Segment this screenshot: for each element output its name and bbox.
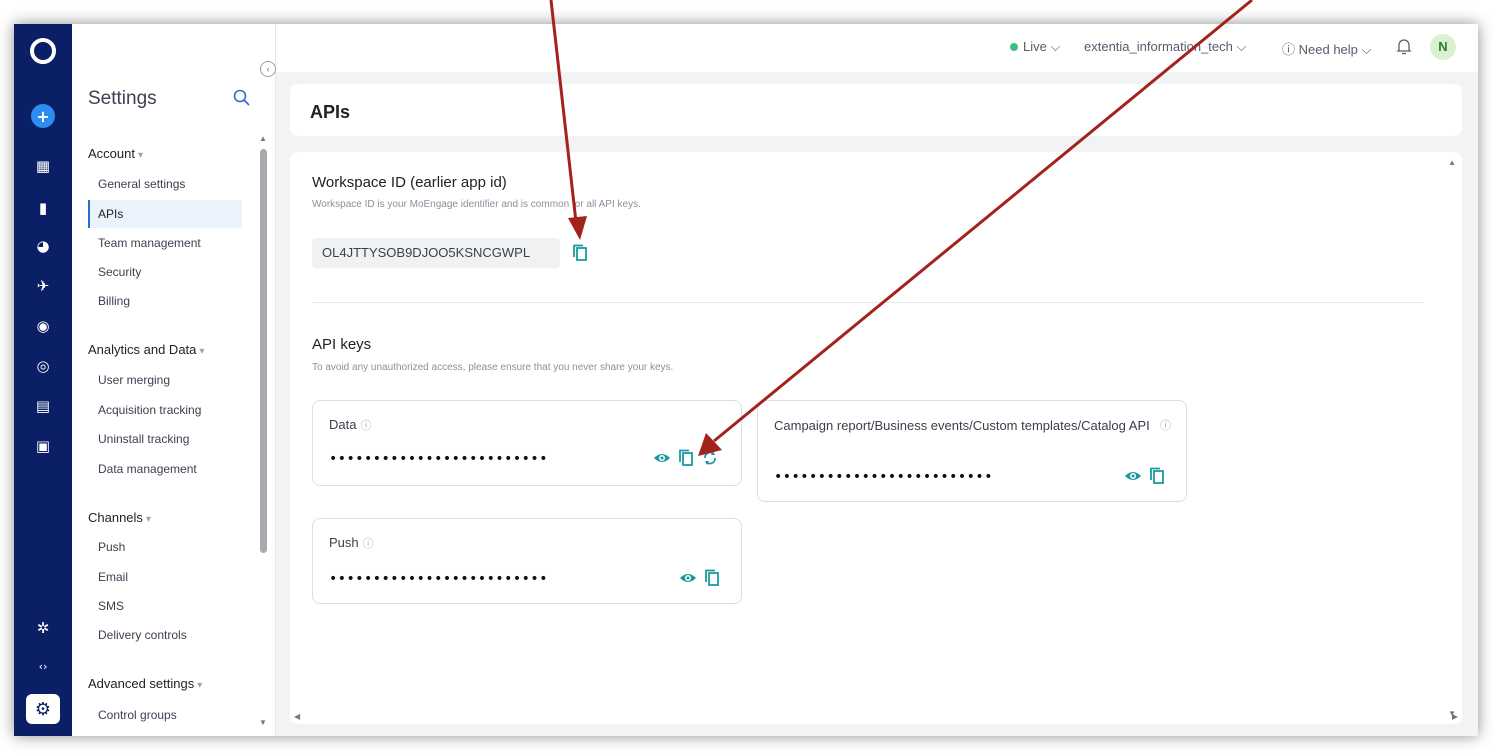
api-settings-panel: Workspace ID (earlier app id) Workspace … xyxy=(290,152,1462,724)
chevron-down-icon: ▾ xyxy=(199,346,205,357)
flows-icon[interactable]: ◉ xyxy=(31,314,55,338)
page-header: APIs xyxy=(290,84,1462,136)
nav-item-control-groups[interactable]: Control groups xyxy=(88,701,242,729)
nav-item-sms[interactable]: SMS xyxy=(88,592,242,620)
api-key-masked-value: ••••••••••••••••••••••••• xyxy=(329,571,548,587)
api-keys-title: API keys xyxy=(312,336,372,353)
scroll-up-arrow[interactable]: ▲ xyxy=(259,134,267,143)
app-window: + ▦ ▮ ◕ ✈ ◉ ◎ ▤ ▣ ✲ ‹› ⚙ Settings Accoun… xyxy=(14,24,1478,736)
section-analytics-and-data[interactable]: Analytics and Data ▾ xyxy=(88,342,204,357)
copy-workspace-id-icon[interactable] xyxy=(572,244,588,262)
show-key-eye-icon[interactable] xyxy=(653,449,671,467)
content-scroll-up-arrow[interactable]: ▲ xyxy=(1448,158,1456,167)
copy-key-icon[interactable] xyxy=(703,569,721,587)
copy-key-icon[interactable] xyxy=(677,449,695,467)
section-divider xyxy=(312,302,1424,303)
create-plus-icon[interactable]: + xyxy=(31,104,55,128)
nav-item-acquisition-tracking[interactable]: Acquisition tracking xyxy=(88,396,242,424)
chevron-down-icon: ▾ xyxy=(137,150,144,161)
live-status-dot xyxy=(1010,43,1018,51)
sidebar-scrollbar[interactable] xyxy=(260,149,267,553)
analytics-bar-icon[interactable]: ▮ xyxy=(31,196,55,220)
nav-item-billing[interactable]: Billing xyxy=(88,287,242,315)
inform-icon[interactable]: ▣ xyxy=(31,434,55,458)
section-channels[interactable]: Channels ▾ xyxy=(88,510,151,525)
api-key-card-push: Push ⓘ ••••••••••••••••••••••••• xyxy=(312,518,742,604)
environment-switcher[interactable]: Live ⌵ xyxy=(1010,39,1060,55)
api-key-label: Data ⓘ xyxy=(329,417,372,432)
workspace-switcher[interactable]: extentia_information_tech ⌵ xyxy=(1084,39,1246,55)
api-key-label: Campaign report/Business events/Custom t… xyxy=(774,418,1150,433)
horizontal-scrollbar[interactable]: ◀ ▶ xyxy=(290,712,1462,726)
scroll-left-arrow[interactable]: ◀ xyxy=(294,712,300,721)
pie-chart-icon[interactable]: ◕ xyxy=(31,234,55,258)
nav-item-email[interactable]: Email xyxy=(88,563,242,591)
user-avatar[interactable]: N xyxy=(1430,34,1456,60)
nav-item-user-merging[interactable]: User merging xyxy=(88,366,242,394)
api-keys-description: To avoid any unauthorized access, please… xyxy=(312,362,674,373)
api-key-masked-value: ••••••••••••••••••••••••• xyxy=(329,451,548,467)
show-key-eye-icon[interactable] xyxy=(1124,467,1142,485)
scroll-right-arrow[interactable]: ▶ xyxy=(1452,712,1458,721)
segments-user-icon[interactable]: ◎ xyxy=(31,354,55,378)
notification-bell-icon[interactable] xyxy=(1394,36,1414,56)
api-key-masked-value: ••••••••••••••••••••••••• xyxy=(774,469,993,485)
api-key-card-campaign-report: Campaign report/Business events/Custom t… xyxy=(757,400,1187,502)
page-title: APIs xyxy=(310,102,351,122)
top-bar: Live ⌵ extentia_information_tech ⌵ ⓘ Nee… xyxy=(276,24,1478,72)
collapse-sidebar-button[interactable]: ‹ xyxy=(260,61,276,77)
developer-code-icon[interactable]: ‹› xyxy=(31,654,55,678)
nav-item-uninstall-tracking[interactable]: Uninstall tracking xyxy=(88,425,242,453)
nav-item-delivery-controls[interactable]: Delivery controls xyxy=(88,621,242,649)
dashboard-icon[interactable]: ▦ xyxy=(31,154,55,178)
nav-item-team-management[interactable]: Team management xyxy=(88,229,242,257)
chevron-down-icon: ▾ xyxy=(145,514,151,525)
workspace-id-title: Workspace ID (earlier app id) xyxy=(312,174,507,191)
info-icon[interactable]: ⓘ xyxy=(363,538,374,550)
icon-rail: + ▦ ▮ ◕ ✈ ◉ ◎ ▤ ▣ ✲ ‹› ⚙ xyxy=(14,24,72,736)
integrations-icon[interactable]: ✲ xyxy=(31,616,55,640)
settings-gear-icon[interactable]: ⚙ xyxy=(26,694,60,724)
campaign-megaphone-icon[interactable]: ✈ xyxy=(31,274,55,298)
section-account[interactable]: Account ▾ xyxy=(88,146,143,161)
moengage-logo-icon[interactable] xyxy=(30,38,56,64)
section-advanced-settings[interactable]: Advanced settings ▾ xyxy=(88,676,202,691)
info-icon[interactable]: ⓘ xyxy=(360,420,371,432)
chevron-down-icon: ▾ xyxy=(197,680,203,691)
nav-item-general-settings[interactable]: General settings xyxy=(88,170,242,198)
content-file-icon[interactable]: ▤ xyxy=(31,394,55,418)
nav-item-apis[interactable]: APIs xyxy=(88,200,242,228)
regenerate-key-icon[interactable] xyxy=(701,449,719,467)
help-menu[interactable]: ⓘ Need help ⌵ xyxy=(1282,39,1371,58)
help-circle-icon: ⓘ xyxy=(1282,42,1296,57)
copy-key-icon[interactable] xyxy=(1148,467,1166,485)
nav-item-push[interactable]: Push xyxy=(88,533,242,561)
info-icon[interactable]: ⓘ xyxy=(1156,417,1171,433)
nav-item-security[interactable]: Security xyxy=(88,258,242,286)
api-key-label: Push ⓘ xyxy=(329,535,374,550)
settings-title: Settings xyxy=(88,88,157,109)
workspace-id-value: OL4JTTYSOB9DJOO5KSNCGWPL xyxy=(312,238,560,268)
workspace-id-description: Workspace ID is your MoEngage identifier… xyxy=(312,199,641,210)
scroll-down-arrow[interactable]: ▼ xyxy=(259,718,267,727)
search-icon[interactable] xyxy=(232,88,252,108)
show-key-eye-icon[interactable] xyxy=(679,569,697,587)
api-key-card-data: Data ⓘ ••••••••••••••••••••••••• xyxy=(312,400,742,486)
nav-item-data-management[interactable]: Data management xyxy=(88,455,242,483)
settings-sidebar: Settings Account ▾ General settings APIs … xyxy=(72,24,276,736)
